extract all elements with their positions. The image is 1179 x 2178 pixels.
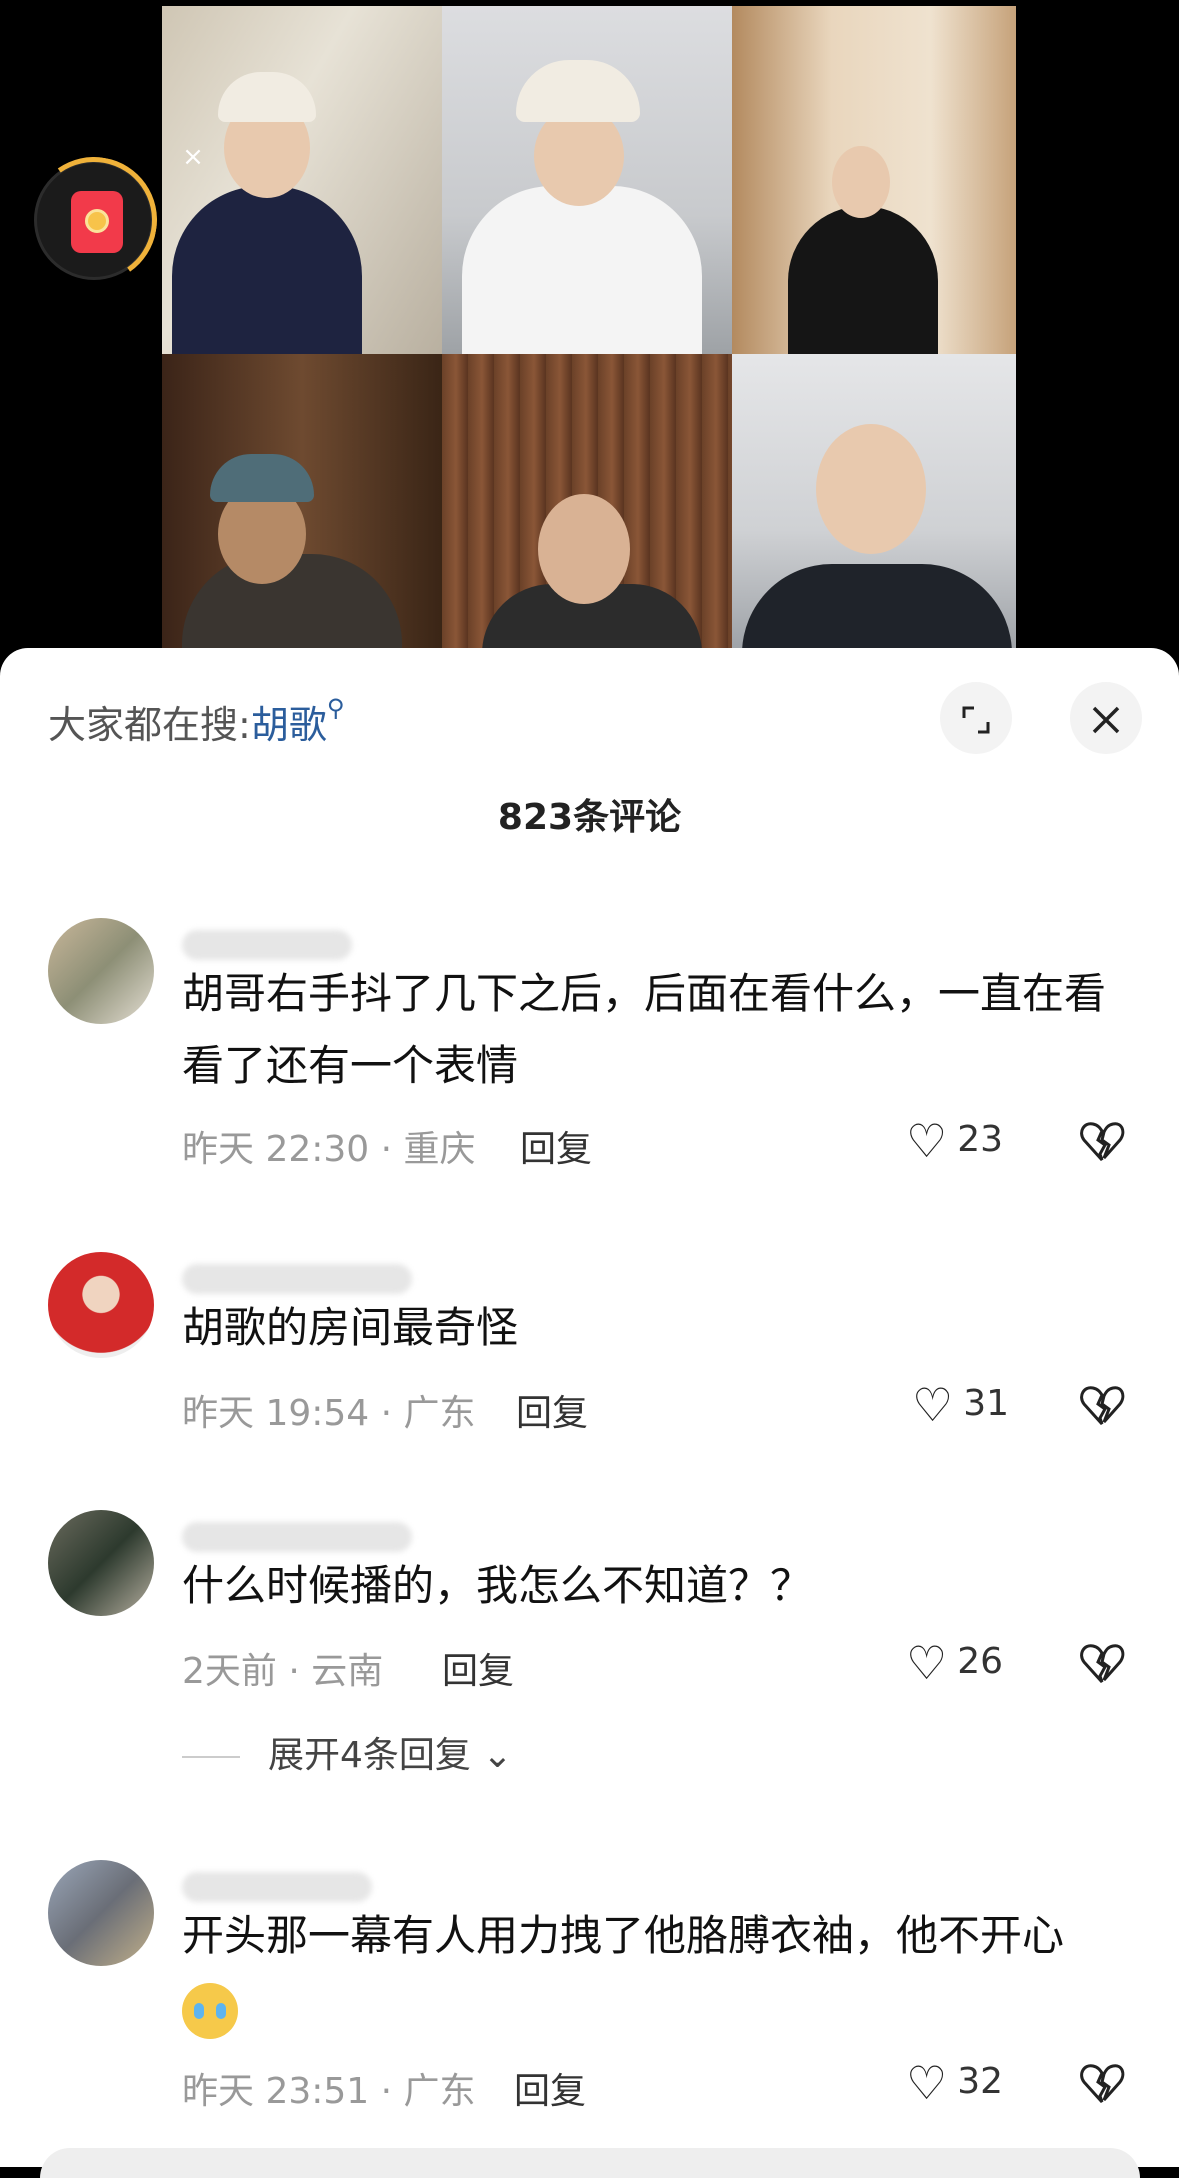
username[interactable]: [182, 1522, 412, 1552]
like-count: 23: [957, 1119, 1004, 1160]
broken-heart-icon[interactable]: [1078, 2060, 1126, 2108]
expand-icon: [962, 706, 990, 734]
red-envelope-graphic: [71, 191, 123, 253]
trending-search-prefix: 大家都在搜:: [48, 703, 251, 747]
like-count: 26: [957, 1641, 1004, 1682]
reply-button[interactable]: 回复: [516, 1384, 588, 1436]
video-tile-6: [732, 354, 1016, 648]
close-red-packet-icon[interactable]: ×: [176, 140, 210, 174]
like-button[interactable]: ♡ 23: [906, 1114, 1003, 1168]
username[interactable]: [182, 1264, 412, 1294]
heart-icon: ♡: [912, 1378, 954, 1432]
close-icon: [1092, 706, 1120, 734]
avatar[interactable]: [48, 1510, 154, 1616]
comment-text: 胡歌的房间最奇怪: [182, 1303, 519, 1352]
close-button[interactable]: [1070, 682, 1142, 754]
comment-text: 开头那一幕有人用力拽了他胳膊衣袖，他不开心: [182, 1900, 1112, 2044]
username[interactable]: [182, 930, 352, 960]
video-tile-5: [442, 354, 732, 648]
search-icon: ⚲: [326, 694, 345, 722]
divider-line: [182, 1756, 240, 1758]
comment-meta: 昨天 22:30 · 重庆: [182, 1129, 476, 1170]
like-count: 31: [963, 1383, 1010, 1424]
broken-heart-icon[interactable]: [1078, 1640, 1126, 1688]
expand-replies-button[interactable]: 展开4条回复 ⌄: [182, 1726, 513, 1778]
chevron-down-icon: ⌄: [482, 1735, 513, 1776]
video-tile-3: [732, 6, 1016, 354]
video-tile-2: [442, 6, 732, 354]
like-button[interactable]: ♡ 31: [912, 1378, 1009, 1432]
broken-heart-icon[interactable]: [1078, 1118, 1126, 1166]
comment-text: 胡哥右手抖了几下之后，后面在看什么，一直在看看了还有一个表情: [182, 969, 1107, 1090]
trending-search[interactable]: 大家都在搜:胡歌⚲: [48, 694, 344, 749]
reply-button[interactable]: 回复: [442, 1642, 514, 1694]
avatar[interactable]: [48, 1860, 154, 1966]
comment-meta: 2天前 · 云南: [182, 1651, 384, 1692]
like-count: 32: [957, 2061, 1004, 2102]
broken-heart-icon[interactable]: [1078, 1382, 1126, 1430]
heart-icon: ♡: [906, 2056, 948, 2110]
red-envelope-icon[interactable]: [21, 147, 167, 293]
reply-button[interactable]: 回复: [520, 1120, 592, 1172]
comment-sheet: 大家都在搜:胡歌⚲ 823条评论 胡哥右手抖了几下之后，后面在看什么，一直在看看…: [0, 648, 1179, 2178]
comment-meta: 昨天 19:54 · 广东: [182, 1393, 476, 1434]
avatar[interactable]: [48, 918, 154, 1024]
username[interactable]: [182, 1872, 372, 1902]
comment-input-bar[interactable]: [40, 2148, 1140, 2178]
expand-button[interactable]: [940, 682, 1012, 754]
comment-text: 什么时候播的，我怎么不知道？？: [182, 1561, 813, 1610]
comment-count: 823条评论: [497, 797, 682, 838]
crying-emoji-icon: [182, 1982, 238, 2039]
heart-icon: ♡: [906, 1114, 948, 1168]
video-call-grid[interactable]: [162, 6, 1016, 648]
video-tile-1: [162, 6, 442, 354]
trending-search-keyword[interactable]: 胡歌: [251, 703, 327, 747]
like-button[interactable]: ♡ 26: [906, 1636, 1003, 1690]
avatar[interactable]: [48, 1252, 154, 1358]
like-button[interactable]: ♡ 32: [906, 2056, 1003, 2110]
video-tile-4: [162, 354, 442, 648]
reply-button[interactable]: 回复: [514, 2062, 586, 2114]
heart-icon: ♡: [906, 1636, 948, 1690]
comment-meta: 昨天 23:51 · 广东: [182, 2071, 476, 2112]
